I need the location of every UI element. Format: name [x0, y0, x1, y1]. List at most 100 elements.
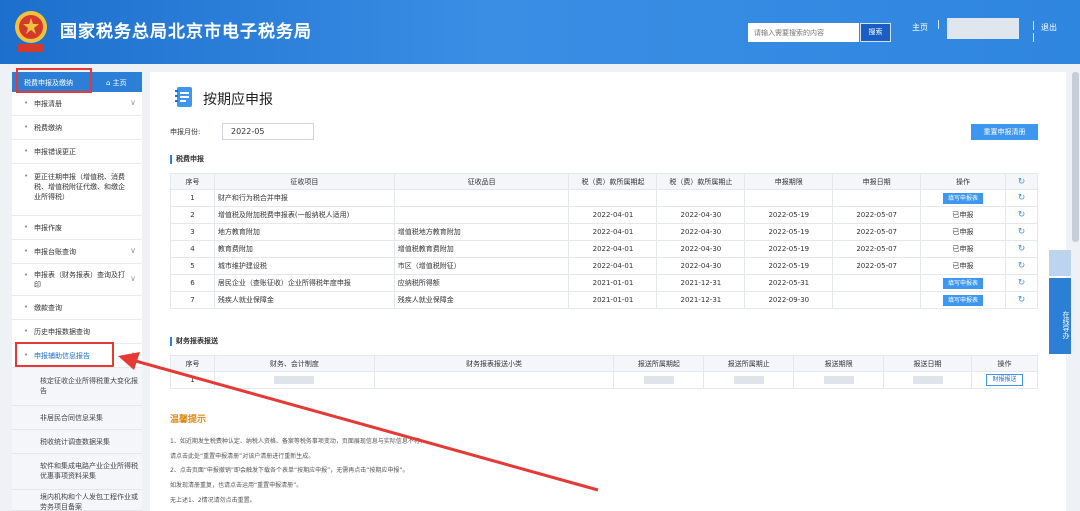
cell-deadline: 2022-05-19: [744, 257, 834, 275]
refresh-icon[interactable]: ↻: [1004, 240, 1039, 258]
sidebar-item-ledger-query[interactable]: • 申报台账查询 ∨: [12, 240, 142, 264]
cell-no: 2: [170, 206, 215, 224]
cell-date: [832, 274, 922, 292]
cell-date: 2022-05-07: [832, 257, 922, 275]
cell-sub: 应纳税所得额: [393, 274, 570, 292]
sidebar-item-void-declaration[interactable]: • 申报作废: [12, 216, 142, 240]
cell-start: [568, 189, 658, 207]
cell-redacted: [213, 371, 375, 389]
sidebar-subitem[interactable]: 税收统计调查数据采集: [12, 430, 142, 454]
sidebar-item-tax-payment[interactable]: • 税费缴纳: [12, 116, 142, 140]
refresh-icon[interactable]: ↻: [1004, 291, 1039, 309]
tip-line: 请点击此处“重置申报清册”对该户清册进行重新生成。: [170, 453, 315, 460]
cell-date: 2022-05-07: [832, 240, 922, 258]
cell-end: [656, 189, 746, 207]
redacted-value: [823, 376, 854, 384]
search-input[interactable]: [748, 23, 859, 42]
cell-item: 教育费附加: [213, 240, 395, 258]
cell-end: 2022-04-30: [656, 240, 746, 258]
refresh-icon[interactable]: ↻: [1004, 206, 1039, 224]
tips-title: 温馨提示: [170, 415, 207, 425]
refresh-icon[interactable]: ↻: [1004, 257, 1039, 275]
redacted-value: [274, 376, 315, 384]
declaration-icon: [175, 87, 192, 107]
table-row: 6 居民企业（查账征收）企业所得税年度申报 应纳税所得额 2021-01-01 2021…: [170, 274, 1039, 292]
col-header: 操作: [920, 173, 1006, 190]
financial-report-submit-button[interactable]: 财报报送: [986, 374, 1023, 386]
logout-link[interactable]: 退出: [1041, 22, 1057, 33]
cell-item: 地方教育附加: [213, 223, 395, 241]
header-home-link[interactable]: 主页: [912, 22, 928, 33]
sidebar-item-past-correction[interactable]: • 更正往期申报（增值税、消费税、增值税附征代缴、和缴企业所得税）: [12, 164, 142, 216]
fill-declaration-button[interactable]: 填写申报表: [943, 277, 984, 289]
sidebar-item-report-print[interactable]: • 申报表（财务报表）查询及打印 ∨: [12, 264, 142, 296]
redacted-value: [643, 376, 674, 384]
sidebar-item-declaration-list[interactable]: • 申报清册 ∨: [12, 92, 142, 116]
declared-status: 已申报: [952, 262, 974, 270]
sidebar-item-error-correction[interactable]: • 申报错误更正: [12, 140, 142, 164]
sidebar-subitem[interactable]: 软件和集成电路产业企业所得税优惠事项资料采集: [12, 454, 142, 490]
bullet-icon: •: [24, 123, 29, 131]
cell-no: 1: [170, 371, 215, 389]
bullet-icon: •: [24, 327, 29, 335]
cell-end: 2021-12-31: [656, 274, 746, 292]
period-input[interactable]: 2022-05: [222, 123, 314, 140]
cell-op: 填写申报表: [920, 274, 1006, 292]
reset-declaration-list-button[interactable]: 重置申报清册: [971, 124, 1038, 140]
page-scrollbar[interactable]: [1072, 72, 1079, 242]
cell-deadline: 2022-09-30: [744, 291, 834, 309]
refresh-icon[interactable]: ↻: [1004, 274, 1039, 292]
cell-date: 2022-05-07: [832, 206, 922, 224]
cell-date: [832, 189, 922, 207]
sidebar-subitem[interactable]: 非居民合同信息采集: [12, 406, 142, 430]
cell-op: 填写申报表: [920, 291, 1006, 309]
cell-no: 5: [170, 257, 215, 275]
cell-end: 2022-04-30: [656, 223, 746, 241]
tip-line: 如发现清册重复，也请点击运用“重置申报清册”。: [170, 482, 303, 489]
sidebar-subitem[interactable]: 核定征收企业所得税重大变化报告: [12, 368, 142, 406]
col-header: 报送所属期止: [703, 355, 795, 372]
col-header: 征收品目: [393, 173, 570, 190]
main-panel: 按期应申报 申报月份: 2022-05 重置申报清册 税费申报 序号 征收项目 …: [150, 72, 1066, 511]
cell-start: 2022-04-01: [568, 223, 658, 241]
cell-deadline: 2022-05-31: [744, 274, 834, 292]
cell-deadline: 2022-05-19: [744, 223, 834, 241]
header-separator: | |: [1032, 21, 1036, 43]
cell-sub: 增值税教育费附加: [393, 240, 570, 258]
table-row: 1 财报报送: [170, 371, 1039, 389]
col-header: 税（费）款所属期起: [568, 173, 658, 190]
sidebar-item-payment-query[interactable]: • 缴款查询: [12, 296, 142, 320]
search-button[interactable]: 搜索: [860, 23, 891, 42]
sidebar: 税费申报及缴纳 ⌂ 主页 • 申报清册 ∨ • 税费缴纳 • 申报错误更正 • 更正往期申…: [12, 72, 142, 511]
col-header: 财务、会计制度: [213, 355, 375, 372]
refresh-icon[interactable]: ↻: [1004, 223, 1039, 241]
user-name-redacted: [947, 18, 1019, 39]
annotation-highlight-box: [16, 68, 92, 93]
refresh-icon[interactable]: ↻: [1004, 189, 1039, 207]
bullet-icon: •: [24, 99, 29, 107]
declared-status: 已申报: [952, 245, 974, 253]
home-icon: ⌂: [106, 79, 113, 87]
sidebar-home-link[interactable]: ⌂ 主页: [106, 78, 127, 88]
chevron-up-icon: ∧: [130, 350, 136, 359]
cell-sub: [393, 206, 570, 224]
sidebar-item-history-query[interactable]: • 历史申报数据查询: [12, 320, 142, 344]
online-guide-button[interactable]: 在线导办: [1049, 278, 1071, 354]
cell-start: 2021-01-01: [568, 274, 658, 292]
tip-line: 无上述1、2情况请勿点击重置。: [170, 497, 256, 504]
table-row: 4 教育费附加 增值税教育费附加 2022-04-01 2022-04-30 2022-0…: [170, 240, 1039, 258]
tax-emblem-logo: [15, 11, 47, 52]
bullet-icon: •: [24, 271, 29, 279]
refresh-all-icon[interactable]: ↻: [1004, 173, 1039, 190]
cell-op: 填写申报表: [920, 189, 1006, 207]
col-header: 征收项目: [213, 173, 395, 190]
cell-end: 2021-12-31: [656, 291, 746, 309]
tip-line: 2、点击页面“申报撤销”即会触发下载各个表单“按期应申报”，无需再点击“按期应申…: [170, 467, 409, 474]
col-header: 报送所属期起: [613, 355, 705, 372]
sidebar-subitem[interactable]: 境内机构和个人发包工程作业或劳务项目备案: [12, 490, 142, 511]
annotation-highlight-box: [15, 342, 114, 367]
fill-declaration-button[interactable]: 填写申报表: [943, 294, 984, 306]
col-header: 序号: [170, 355, 215, 372]
fill-declaration-button[interactable]: 填写申报表: [943, 192, 984, 204]
assistant-avatar-icon[interactable]: [1049, 250, 1071, 276]
